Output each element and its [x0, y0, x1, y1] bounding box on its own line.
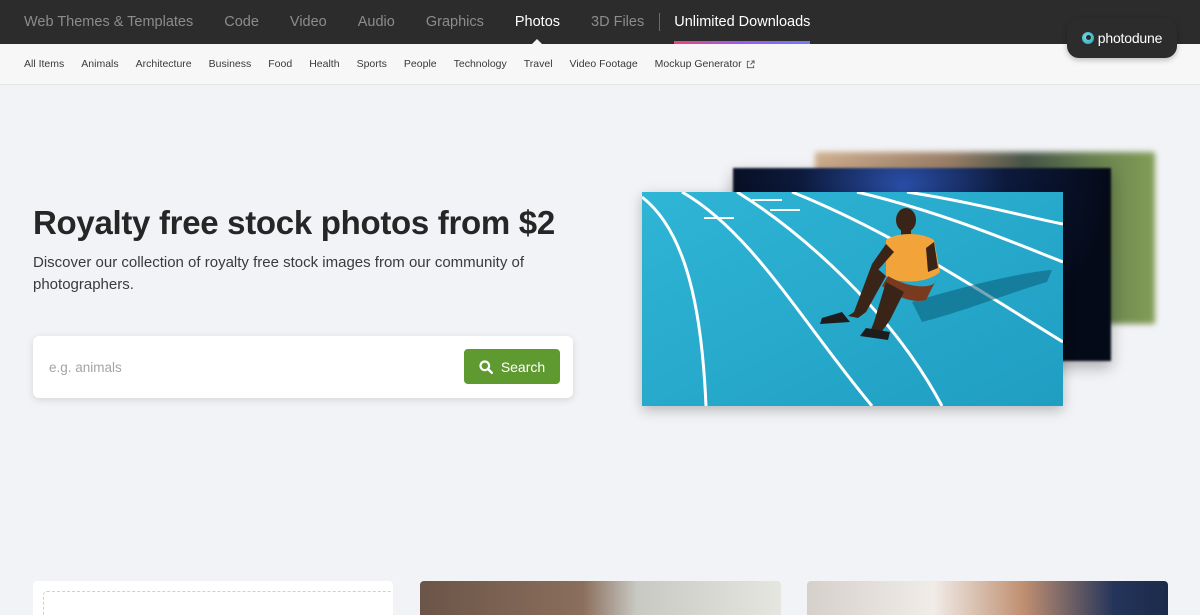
- category-people[interactable]: People: [404, 58, 437, 70]
- category-mockup-generator[interactable]: Mockup Generator: [655, 58, 755, 70]
- photodune-brand-logo[interactable]: photodune: [1067, 18, 1177, 58]
- search-box: Search: [33, 336, 573, 398]
- category-animals[interactable]: Animals: [81, 58, 118, 70]
- category-all-items[interactable]: All Items: [24, 58, 64, 70]
- category-business[interactable]: Business: [209, 58, 252, 70]
- search-button-label: Search: [500, 358, 546, 375]
- search-button[interactable]: Search: [464, 349, 560, 384]
- hero-title: Royalty free stock photos from $2: [33, 204, 555, 241]
- photodune-logo-icon: [1081, 32, 1094, 44]
- top-navigation-bar: Web Themes & Templates Code Video Audio …: [0, 0, 1200, 44]
- photo-card[interactable]: [807, 581, 1168, 615]
- nav-divider: [659, 13, 661, 31]
- category-health[interactable]: Health: [309, 58, 339, 70]
- hero-subtitle: Discover our collection of royalty free …: [33, 254, 525, 293]
- feature-card-dashed-border: [43, 591, 393, 615]
- tab-code[interactable]: Code: [224, 0, 259, 44]
- category-navigation: All Items Animals Architecture Business …: [0, 44, 1200, 85]
- mockup-generator-label: Mockup Generator: [654, 58, 742, 70]
- market-tabs: Web Themes & Templates Code Video Audio …: [24, 0, 841, 44]
- tab-photos[interactable]: Photos: [515, 0, 560, 44]
- search-icon: [479, 359, 493, 374]
- tab-audio[interactable]: Audio: [358, 0, 395, 44]
- category-architecture[interactable]: Architecture: [136, 58, 192, 70]
- category-travel[interactable]: Travel: [524, 58, 553, 70]
- brand-name: photodune: [1097, 30, 1163, 46]
- photo-card[interactable]: [420, 581, 781, 615]
- tab-web-themes[interactable]: Web Themes & Templates: [24, 0, 193, 44]
- category-sports[interactable]: Sports: [357, 58, 387, 70]
- category-technology[interactable]: Technology: [454, 58, 507, 70]
- tab-video[interactable]: Video: [290, 0, 327, 44]
- feature-card: [33, 581, 393, 615]
- unlimited-downloads-link[interactable]: Unlimited Downloads: [674, 0, 811, 44]
- tab-graphics[interactable]: Graphics: [426, 0, 484, 44]
- tab-3d-files[interactable]: 3D Files: [591, 0, 644, 44]
- category-video-footage[interactable]: Video Footage: [570, 58, 638, 70]
- category-food[interactable]: Food: [268, 58, 292, 70]
- hero-image-runner-on-track: [642, 192, 1063, 406]
- external-link-icon: [746, 59, 755, 68]
- search-input[interactable]: [49, 354, 449, 380]
